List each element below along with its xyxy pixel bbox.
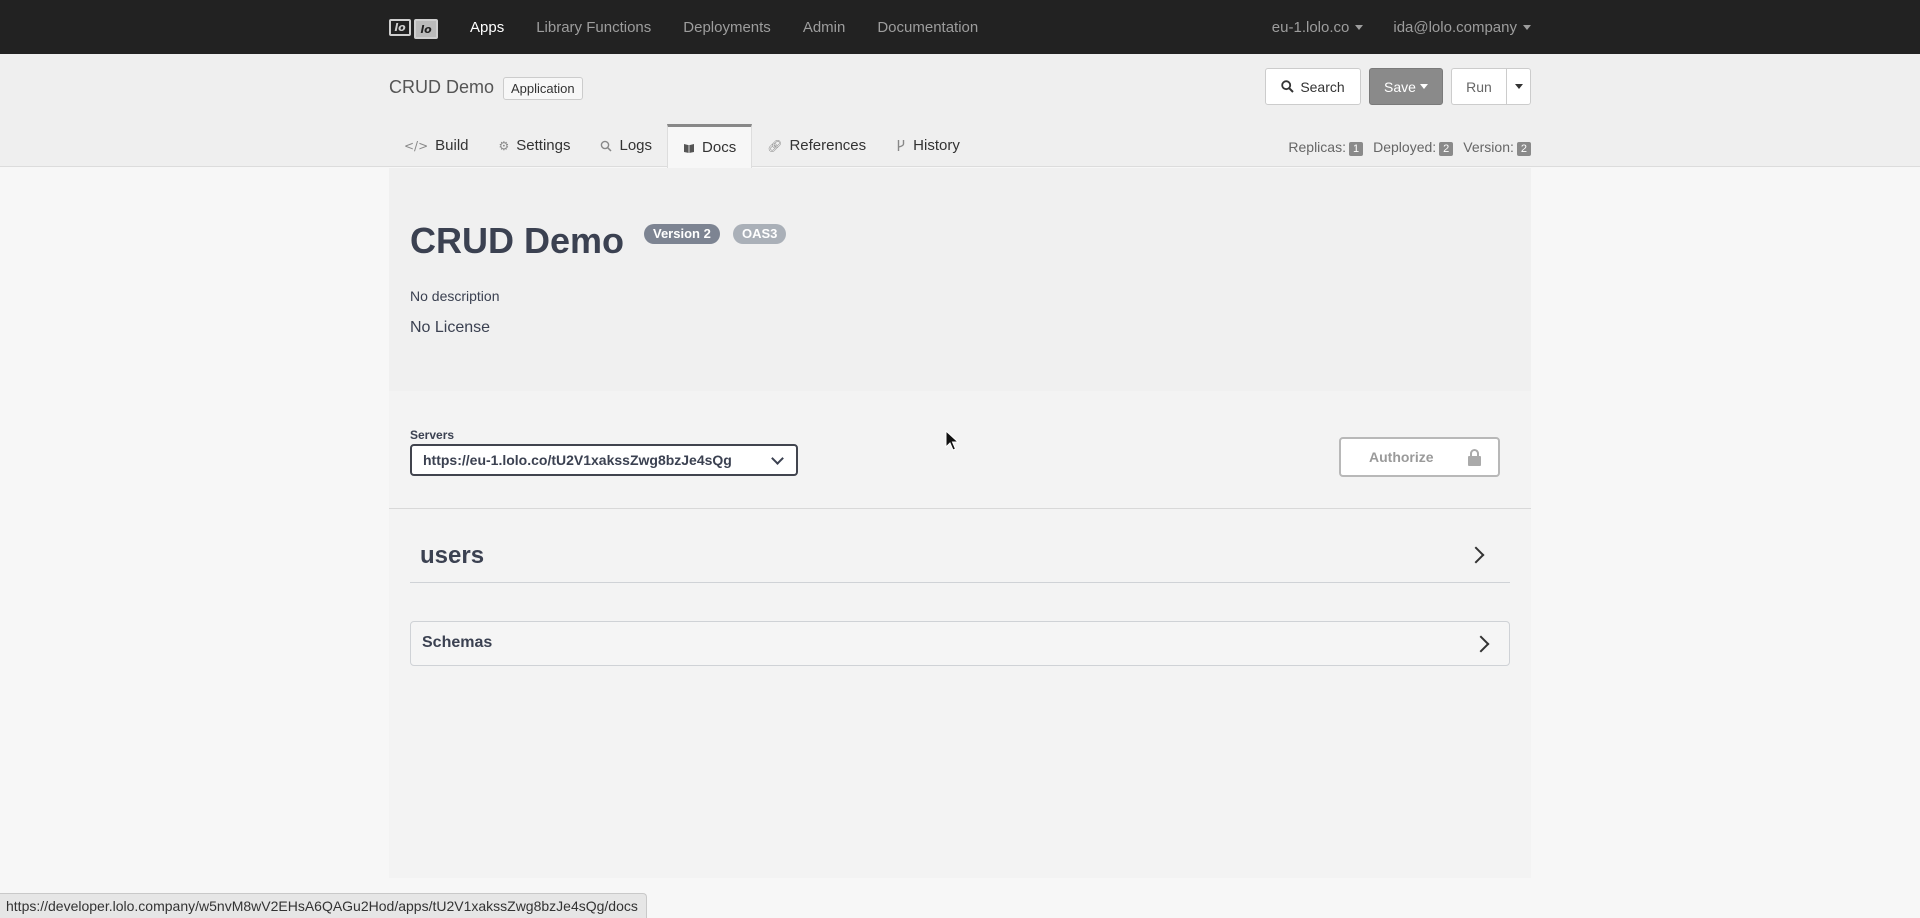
gear-icon: ⚙ — [498, 138, 510, 153]
run-button-label: Run — [1466, 78, 1492, 95]
tab-settings[interactable]: ⚙ Settings — [484, 124, 586, 167]
app-type-badge: Application — [503, 77, 583, 100]
docs-panel — [389, 168, 1531, 878]
logo-mark-2: lo — [414, 19, 438, 39]
deployed-label: Deployed: — [1373, 139, 1437, 155]
user-dropdown[interactable]: ida@lolo.company — [1393, 19, 1531, 36]
server-url: https://eu-1.lolo.co/tU2V1xakssZwg8bzJe4… — [423, 452, 732, 468]
tab-history-label: History — [913, 137, 960, 154]
users-section-title: users — [420, 542, 485, 569]
servers-label: Servers — [410, 428, 455, 442]
schemas-section-title: Schemas — [422, 634, 493, 651]
replicas-count: 1 — [1348, 142, 1364, 156]
tab-logs-label: Logs — [619, 137, 653, 154]
version-label: Version: — [1463, 139, 1514, 155]
version-badge: Version 2 — [644, 224, 720, 244]
tab-build-label: Build — [435, 137, 469, 154]
user-label: ida@lolo.company — [1393, 18, 1517, 36]
app-title: CRUD Demo — [389, 77, 495, 97]
nav-documentation[interactable]: Documentation — [877, 19, 978, 36]
search-button-label: Search — [1300, 78, 1345, 95]
api-license: No License — [410, 319, 491, 336]
caret-down-icon — [1523, 25, 1531, 31]
region-dropdown[interactable]: eu-1.lolo.co — [1272, 19, 1364, 36]
lock-icon — [1467, 448, 1481, 466]
deployment-stats: Replicas: 1 Deployed: 2 Version: 2 — [1288, 139, 1531, 156]
tab-references-label: References — [789, 137, 867, 154]
api-title: CRUD Demo — [410, 220, 625, 261]
tab-logs[interactable]: Logs — [585, 124, 667, 167]
chevron-right-icon — [1467, 546, 1485, 564]
top-navbar: lo lo Apps Library Functions Deployments… — [0, 0, 1920, 54]
link-status-bar: https://developer.lolo.company/w5nvM8wV2… — [0, 893, 647, 918]
run-button[interactable]: Run — [1451, 68, 1506, 105]
caret-down-icon — [1514, 84, 1523, 89]
branch-icon — [897, 140, 905, 151]
book-icon — [684, 143, 695, 153]
mouse-cursor-icon — [945, 430, 959, 451]
version-count: 2 — [1516, 142, 1531, 156]
nav-admin[interactable]: Admin — [803, 19, 846, 36]
caret-down-icon — [1355, 25, 1364, 31]
search-icon — [601, 140, 613, 152]
authorize-button[interactable]: Authorize — [1339, 437, 1500, 477]
chevron-right-icon — [1472, 635, 1490, 653]
code-icon: </> — [404, 138, 429, 153]
nav-library-functions[interactable]: Library Functions — [536, 19, 651, 36]
users-section-header[interactable]: users — [410, 530, 1510, 583]
tab-references[interactable]: 🔗︎ References — [752, 124, 881, 167]
servers-select[interactable]: https://eu-1.lolo.co/tU2V1xakssZwg8bzJe4… — [410, 444, 798, 476]
app-tabs: </> Build ⚙ Settings Logs Docs 🔗︎ Refere… — [389, 124, 975, 168]
tab-docs[interactable]: Docs — [667, 124, 753, 168]
schemas-section[interactable]: Schemas — [410, 621, 1510, 666]
caret-down-icon — [1419, 84, 1428, 89]
logo-mark-1: lo — [389, 18, 411, 36]
oas-badge: OAS3 — [733, 224, 787, 244]
chevron-down-icon — [771, 452, 784, 465]
deployed-count: 2 — [1439, 142, 1454, 156]
nav-apps[interactable]: Apps — [470, 19, 504, 36]
status-url: https://developer.lolo.company/w5nvM8wV2… — [6, 898, 638, 914]
region-label: eu-1.lolo.co — [1271, 18, 1350, 36]
nav-deployments[interactable]: Deployments — [683, 19, 771, 36]
deployed-stat: Deployed: 2 — [1373, 139, 1454, 156]
tab-docs-label: Docs — [702, 139, 737, 156]
replicas-stat: Replicas: 1 — [1288, 139, 1364, 156]
tab-build[interactable]: </> Build — [389, 124, 484, 167]
search-icon — [1281, 80, 1295, 93]
authorize-label: Authorize — [1369, 449, 1434, 465]
replicas-label: Replicas: — [1288, 139, 1346, 155]
save-button-label: Save — [1384, 78, 1416, 95]
search-button[interactable]: Search — [1265, 68, 1361, 105]
tab-history[interactable]: History — [881, 124, 975, 167]
run-options-button[interactable] — [1506, 68, 1531, 105]
link-icon: 🔗︎ — [767, 138, 783, 153]
save-button[interactable]: Save — [1369, 68, 1443, 105]
api-description: No description — [410, 288, 500, 304]
lolo-logo[interactable]: lo lo — [389, 15, 438, 39]
section-divider — [389, 508, 1531, 509]
tab-settings-label: Settings — [516, 137, 571, 154]
api-info-block — [389, 168, 1531, 391]
version-stat: Version: 2 — [1463, 139, 1531, 156]
